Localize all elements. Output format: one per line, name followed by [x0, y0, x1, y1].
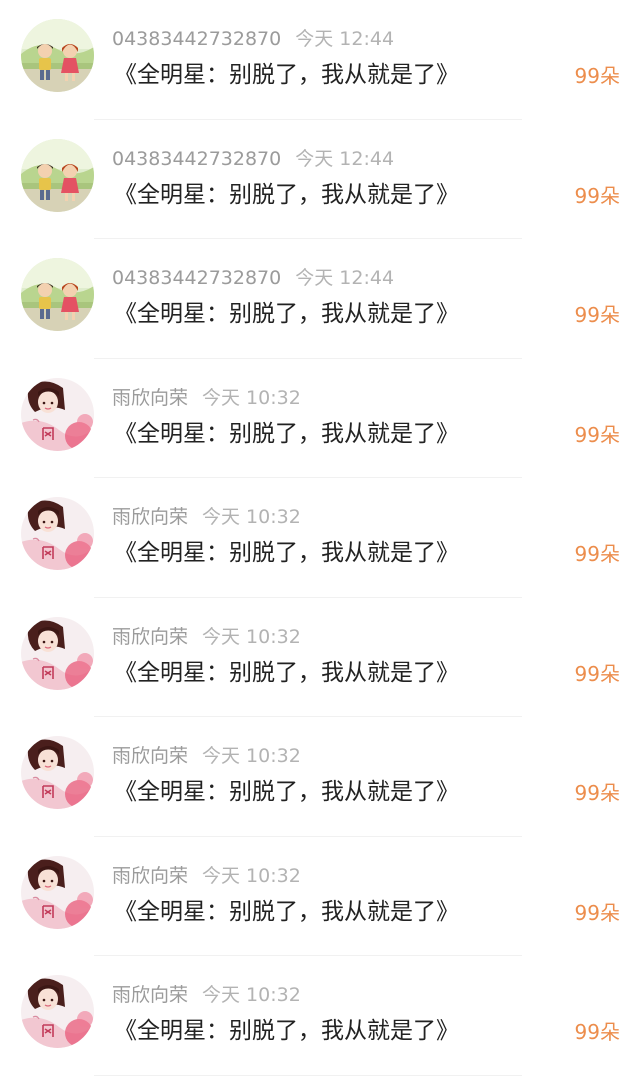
timestamp: 今天 10:32 [202, 386, 301, 409]
comment-meta: 雨欣向荣 今天 10:32 [112, 981, 301, 1009]
comment-meta: 雨欣向荣 今天 10:32 [112, 623, 301, 651]
timestamp: 今天 10:32 [202, 506, 301, 528]
username[interactable]: 雨欣向荣 [112, 506, 188, 528]
comment-item[interactable]: 雨欣向荣 今天 10:32 《全明星：别脱了，我从就是了》 99朵 [0, 837, 640, 956]
comment-item[interactable]: 04383442732870 今天 12:44 《全明星：别脱了，我从就是了》 99朵 [0, 0, 640, 120]
comment-meta: 雨欣向荣 今天 10:32 [112, 862, 301, 890]
comment-text: 《全明星：别脱了，我从就是了》 [114, 420, 459, 447]
username[interactable]: 04383442732870 [112, 148, 281, 170]
comment-meta: 雨欣向荣 今天 10:32 [112, 742, 301, 770]
comment-text: 《全明星：别脱了，我从就是了》 [114, 301, 459, 327]
username[interactable]: 04383442732870 [112, 267, 281, 289]
comment-item[interactable]: 雨欣向荣 今天 10:32 《全明星：别脱了，我从就是了》 99朵 [0, 717, 640, 837]
avatar-cartoon-children[interactable] [21, 19, 94, 92]
username[interactable]: 雨欣向荣 [112, 984, 188, 1006]
flower-count[interactable]: 99朵 [575, 298, 620, 332]
comment-item[interactable]: 雨欣向荣 今天 10:32 《全明星：别脱了，我从就是了》 99朵 [0, 359, 640, 478]
avatar-girl-portrait[interactable] [21, 855, 94, 929]
comment-text: 《全明星：别脱了，我从就是了》 [114, 779, 459, 805]
flower-count[interactable]: 99朵 [575, 537, 620, 571]
comment-text: 《全明星：别脱了，我从就是了》 [114, 1018, 459, 1044]
timestamp: 今天 10:32 [202, 984, 301, 1006]
avatar-girl-portrait[interactable] [21, 975, 94, 1048]
comment-text: 《全明星：别脱了，我从就是了》 [114, 62, 459, 88]
comment-text: 《全明星：别脱了，我从就是了》 [114, 659, 459, 686]
comment-item[interactable]: 雨欣向荣 今天 10:32 《全明星：别脱了，我从就是了》 99朵 [0, 478, 640, 598]
comment-list: 04383442732870 今天 12:44 《全明星：别脱了，我从就是了》 99朵… [0, 0, 640, 1076]
comment-meta: 04383442732870 今天 12:44 [112, 25, 394, 53]
comment-text: 《全明星：别脱了，我从就是了》 [114, 540, 459, 566]
divider [94, 1074, 522, 1076]
comment-meta: 04383442732870 今天 12:44 [112, 264, 394, 292]
timestamp: 今天 10:32 [202, 864, 301, 887]
timestamp: 今天 12:44 [295, 267, 395, 289]
avatar-cartoon-children[interactable] [21, 258, 94, 331]
avatar-girl-portrait[interactable] [21, 616, 94, 690]
comment-item[interactable]: 04383442732870 今天 12:44 《全明星：别脱了，我从就是了》 99朵 [0, 239, 640, 359]
flower-count[interactable]: 99朵 [575, 179, 620, 213]
timestamp: 今天 12:44 [295, 28, 395, 50]
username[interactable]: 雨欣向荣 [112, 745, 188, 767]
flower-count[interactable]: 99朵 [575, 59, 620, 93]
flower-count[interactable]: 99朵 [575, 657, 620, 691]
avatar-girl-portrait[interactable] [21, 497, 94, 570]
comment-meta: 04383442732870 今天 12:44 [112, 145, 394, 173]
flower-count[interactable]: 99朵 [575, 1015, 620, 1049]
flower-count[interactable]: 99朵 [575, 418, 620, 452]
comment-meta: 雨欣向荣 今天 10:32 [112, 384, 301, 412]
comment-item[interactable]: 雨欣向荣 今天 10:32 《全明星：别脱了，我从就是了》 99朵 [0, 956, 640, 1076]
username[interactable]: 雨欣向荣 [112, 865, 188, 887]
comment-text: 《全明星：别脱了，我从就是了》 [114, 181, 459, 208]
comment-item[interactable]: 雨欣向荣 今天 10:32 《全明星：别脱了，我从就是了》 99朵 [0, 598, 640, 717]
flower-count[interactable]: 99朵 [575, 896, 620, 930]
username[interactable]: 雨欣向荣 [112, 387, 188, 409]
username[interactable]: 雨欣向荣 [112, 626, 188, 648]
username[interactable]: 04383442732870 [112, 28, 281, 50]
timestamp: 今天 10:32 [202, 625, 301, 648]
avatar-cartoon-children[interactable] [21, 138, 94, 212]
avatar-girl-portrait[interactable] [21, 377, 94, 451]
comment-item[interactable]: 04383442732870 今天 12:44 《全明星：别脱了，我从就是了》 99朵 [0, 120, 640, 239]
flower-count[interactable]: 99朵 [575, 776, 620, 810]
timestamp: 今天 12:44 [295, 147, 395, 170]
comment-text: 《全明星：别脱了，我从就是了》 [114, 898, 459, 925]
timestamp: 今天 10:32 [202, 745, 301, 767]
avatar-girl-portrait[interactable] [21, 736, 94, 809]
comment-meta: 雨欣向荣 今天 10:32 [112, 503, 301, 531]
